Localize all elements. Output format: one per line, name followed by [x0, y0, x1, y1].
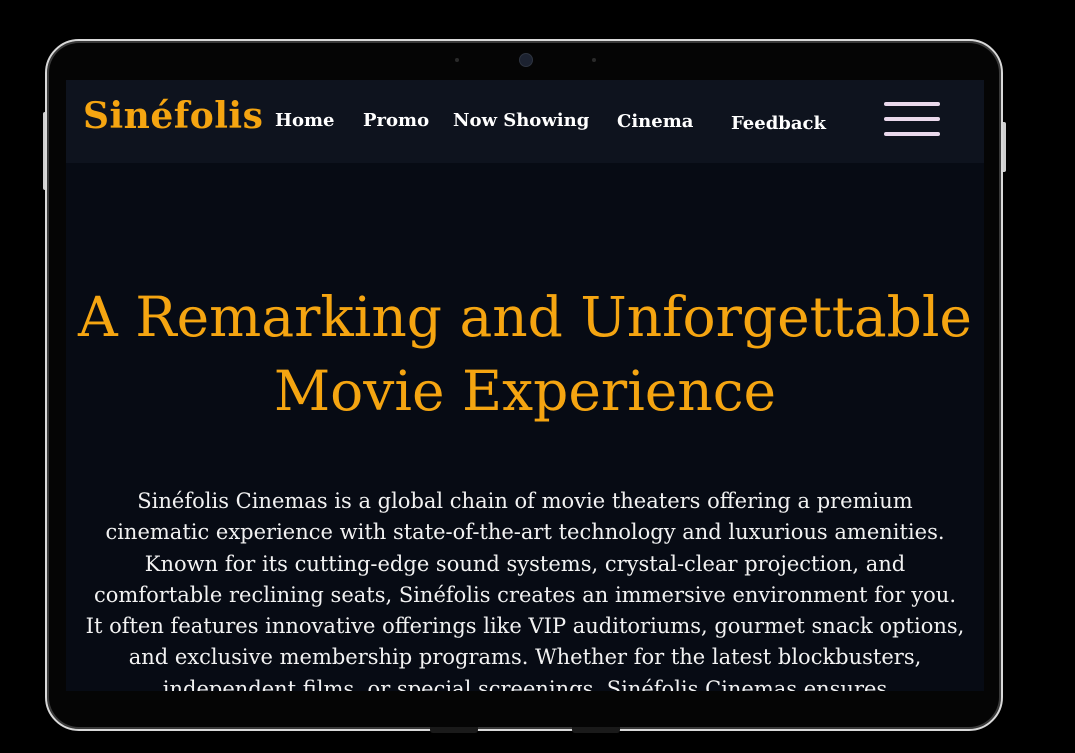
hero-description: Sinéfolis Cinemas is a global chain of m… [85, 489, 965, 691]
hamburger-menu-icon[interactable] [884, 100, 940, 138]
navbar: Sinéfolis Home Promo Now Showing Cinema … [66, 80, 984, 163]
brand-logo[interactable]: Sinéfolis [83, 95, 263, 137]
nav-feedback[interactable]: Feedback [731, 113, 826, 134]
nav-cinema[interactable]: Cinema [617, 111, 693, 132]
nav-promo[interactable]: Promo [363, 110, 429, 131]
tablet-screen: Sinéfolis Home Promo Now Showing Cinema … [66, 80, 984, 691]
nav-now-showing[interactable]: Now Showing [453, 110, 589, 131]
bottom-button-left [430, 727, 478, 733]
sensor-dot-left [455, 58, 459, 62]
hero-title-line2: Movie Experience [273, 359, 777, 423]
sensor-dot-right [592, 58, 596, 62]
camera-icon [519, 53, 533, 67]
hero-title: A Remarking and Unforgettable Movie Expe… [66, 280, 984, 428]
hero-title-line1: A Remarking and Unforgettable [78, 285, 972, 349]
bottom-button-right [572, 727, 620, 733]
nav-home[interactable]: Home [275, 110, 335, 131]
